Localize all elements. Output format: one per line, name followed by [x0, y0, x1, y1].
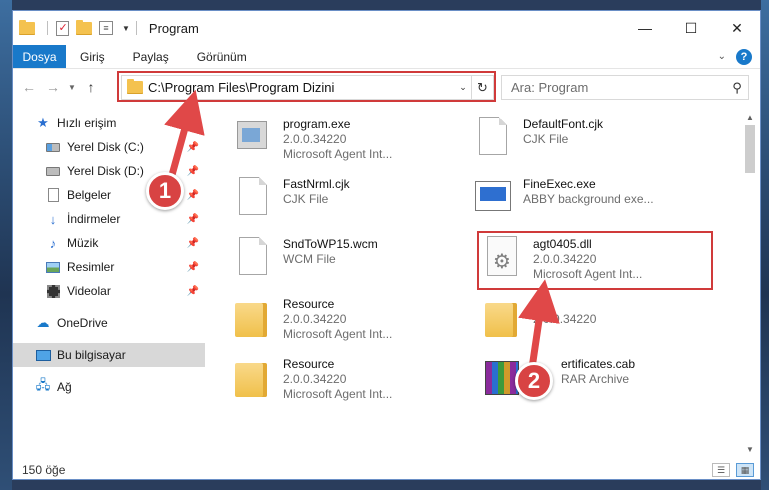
callout-1: 1	[146, 172, 184, 210]
arrow-1	[164, 89, 205, 179]
annotation-arrows	[164, 89, 560, 372]
arrow-2	[518, 279, 560, 372]
callout-2: 2	[515, 362, 553, 400]
